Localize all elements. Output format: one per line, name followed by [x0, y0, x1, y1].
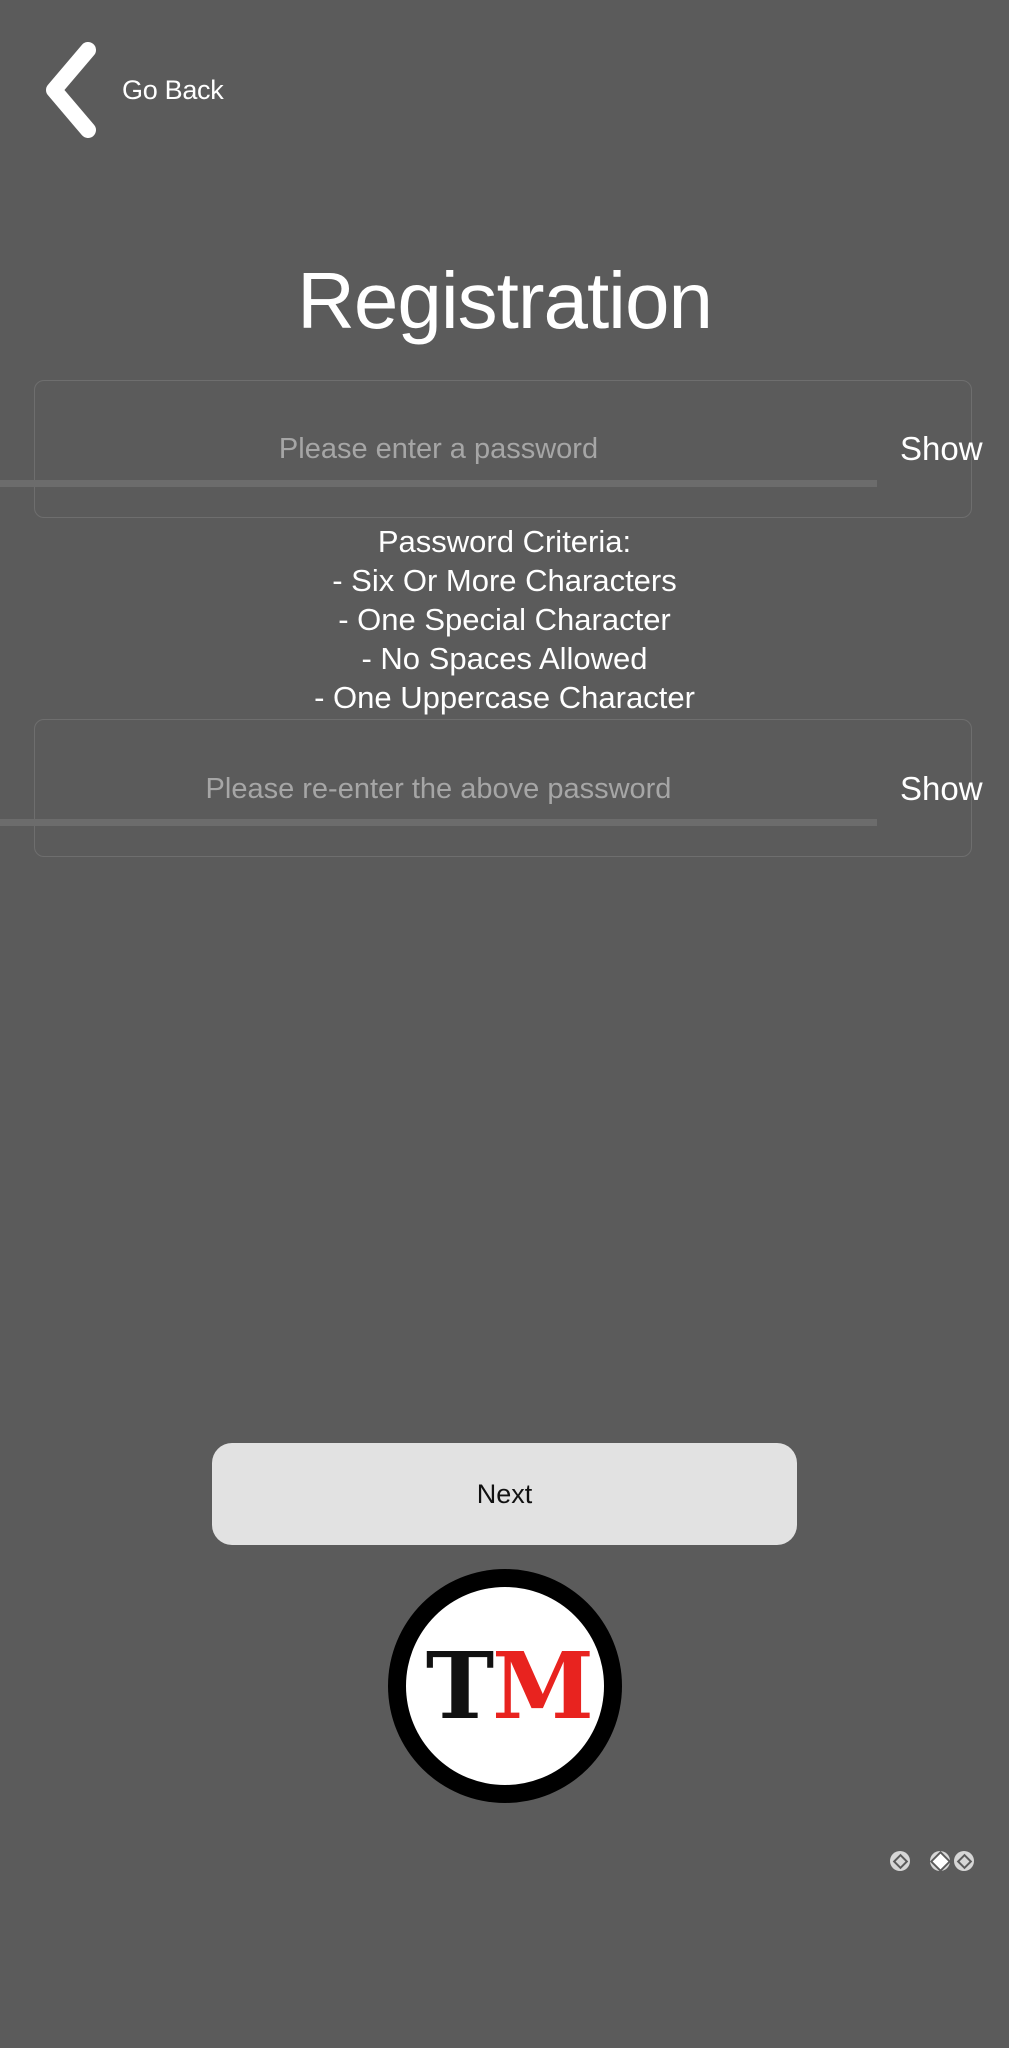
logo-letter-m: M	[492, 1632, 594, 1740]
password-criteria: Password Criteria: - Six Or More Charact…	[0, 522, 1009, 717]
criteria-item: - One Special Character	[338, 602, 671, 637]
password-input[interactable]	[0, 429, 877, 469]
confirm-password-underline	[0, 819, 877, 826]
page-dot-3[interactable]	[954, 1851, 974, 1871]
tm-logo: T M	[388, 1569, 622, 1803]
logo-letter-t: T	[426, 1632, 494, 1740]
chevron-left-icon	[40, 40, 100, 140]
password-underline	[0, 480, 877, 487]
diamond-icon	[956, 1853, 972, 1869]
diamond-icon	[892, 1853, 908, 1869]
page-dot-2[interactable]	[930, 1851, 950, 1871]
criteria-item: - Six Or More Characters	[332, 563, 677, 598]
go-back-label: Go Back	[122, 74, 224, 105]
criteria-item: - No Spaces Allowed	[361, 641, 648, 676]
criteria-item: - One Uppercase Character	[314, 680, 695, 715]
next-button-label: Next	[476, 1478, 533, 1509]
confirm-password-input[interactable]	[0, 769, 877, 809]
page-indicator	[890, 1851, 974, 1871]
password-show-toggle[interactable]: Show	[900, 430, 983, 468]
next-button[interactable]: Next	[212, 1443, 797, 1545]
go-back-button[interactable]: Go Back	[40, 40, 224, 140]
diamond-icon	[932, 1853, 948, 1869]
page-dot-1[interactable]	[890, 1851, 910, 1871]
confirm-password-show-toggle[interactable]: Show	[900, 770, 983, 808]
criteria-heading: Password Criteria:	[377, 524, 632, 559]
page-title: Registration	[297, 256, 713, 345]
